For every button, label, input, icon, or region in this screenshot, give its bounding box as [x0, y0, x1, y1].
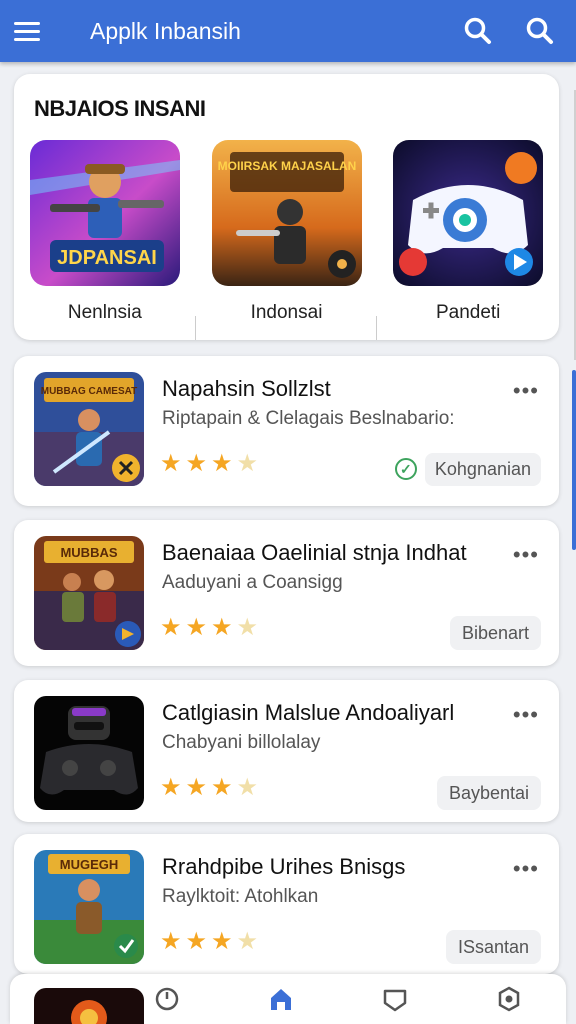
featured-tile-2[interactable]: MOIIRSAK MAJASALAN Indonsai: [196, 140, 378, 340]
more-dots-icon[interactable]: •••: [513, 378, 539, 404]
game-thumbnail: JDPANSAI: [29, 140, 180, 286]
star-icon: ★: [160, 614, 182, 641]
home-icon[interactable]: [261, 979, 301, 1019]
card-title: Catlgiasin Malslue Andoaliyarl: [162, 700, 455, 725]
star-icon: ★: [185, 450, 208, 477]
star-icon: ★: [160, 450, 182, 477]
thumb-art-text: MUGEGH: [60, 857, 119, 872]
rating-stars: ★ ★ ★ ★: [160, 452, 258, 476]
game-card-4[interactable]: MUGEGH Rrahdpibe Urihes Bnisgs Raylktoit…: [14, 834, 559, 974]
card-subtitle: Raylktoit: Atohlkan: [162, 886, 319, 907]
search-icon-secondary[interactable]: [518, 9, 562, 53]
menu-icon[interactable]: [14, 13, 50, 49]
action-chip[interactable]: ✓ Kohgnanian: [394, 452, 541, 486]
chip-label: Kohgnanian: [424, 452, 541, 486]
tile-art-text: JDPANSAI: [57, 247, 157, 269]
thumb-art-text: MUBBAS: [60, 545, 117, 560]
game-thumbnail: [393, 140, 544, 286]
star-icon: ★: [211, 928, 233, 955]
card-title: Napahsin Sollzlst: [162, 376, 331, 401]
card-subtitle: Chabyani billolalay: [162, 732, 321, 753]
game-card-2[interactable]: MUBBAS Baenaiaa Oaelinial stnja Indhat A…: [14, 520, 559, 666]
game-thumbnail: MUGEGH: [34, 850, 144, 964]
search-icon[interactable]: [456, 9, 500, 53]
game-card-3[interactable]: Catlgiasin Malslue Andoaliyarl Chabyani …: [14, 680, 559, 822]
half-star-icon: ★: [236, 450, 259, 477]
card-title: Baenaiaa Oaelinial stnja Indhat: [162, 540, 467, 565]
featured-tile-label: Pandeti: [435, 302, 501, 323]
check-circle-icon: ✓: [394, 458, 417, 480]
tile-art-text: MOIIRSAK MAJASALAN: [217, 159, 356, 173]
featured-tile-1[interactable]: JDPANSAI Nenlnsia: [14, 140, 196, 340]
more-dots-icon[interactable]: •••: [513, 542, 539, 568]
game-thumbnail-peek: [34, 988, 144, 1024]
half-star-icon: ★: [236, 774, 259, 801]
star-icon: ★: [185, 928, 208, 955]
star-icon: ★: [211, 614, 233, 641]
game-thumbnail: MOIIRSAK MAJASALAN: [211, 140, 362, 286]
card-title: Rrahdpibe Urihes Bnisgs: [162, 854, 406, 879]
half-star-icon: ★: [236, 928, 259, 955]
more-dots-icon[interactable]: •••: [513, 856, 539, 882]
card-subtitle: Riptapain & Clelagais Beslnabario:: [162, 408, 455, 429]
action-chip[interactable]: Baybentai: [436, 776, 541, 810]
game-thumbnail: MUBBAS: [34, 536, 144, 650]
app-title: Applk Inbansih: [90, 17, 241, 44]
star-icon: ★: [185, 774, 208, 801]
rating-stars: ★ ★ ★ ★: [160, 616, 258, 640]
scrollbar-thumb[interactable]: [572, 370, 576, 550]
featured-tile-label: Nenlnsia: [67, 302, 142, 323]
settings-icon[interactable]: [489, 979, 529, 1019]
featured-section: NBJAIOS INSANI JDPANSAI Nenlnsia MOIIRSA…: [14, 74, 559, 340]
game-thumbnail: [34, 696, 144, 810]
thumb-art-text: MUBBAG CAMESAT: [41, 386, 137, 397]
star-icon: ★: [160, 928, 182, 955]
favorites-icon[interactable]: [375, 979, 415, 1019]
more-dots-icon[interactable]: •••: [513, 702, 539, 728]
action-chip[interactable]: ISsantan: [445, 930, 541, 964]
star-icon: ★: [160, 774, 182, 801]
half-star-icon: ★: [236, 614, 259, 641]
action-chip[interactable]: Bibenart: [449, 616, 541, 650]
star-icon: ★: [211, 450, 233, 477]
game-card-1[interactable]: MUBBAG CAMESAT Napahsin Sollzlst Riptapa…: [14, 356, 559, 506]
star-icon: ★: [211, 774, 233, 801]
game-thumbnail: MUBBAG CAMESAT: [34, 372, 144, 486]
star-icon: ★: [185, 614, 208, 641]
card-subtitle: Aaduyani a Coansigg: [162, 572, 343, 593]
featured-tile-3[interactable]: Pandeti: [377, 140, 559, 340]
rating-stars: ★ ★ ★ ★: [160, 776, 258, 800]
recent-icon[interactable]: [147, 979, 187, 1019]
featured-title: NBJAIOS INSANI: [34, 96, 206, 121]
featured-tile-label: Indonsai: [250, 302, 323, 323]
app-bar: Applk Inbansih: [0, 0, 576, 62]
rating-stars: ★ ★ ★ ★: [160, 930, 258, 954]
